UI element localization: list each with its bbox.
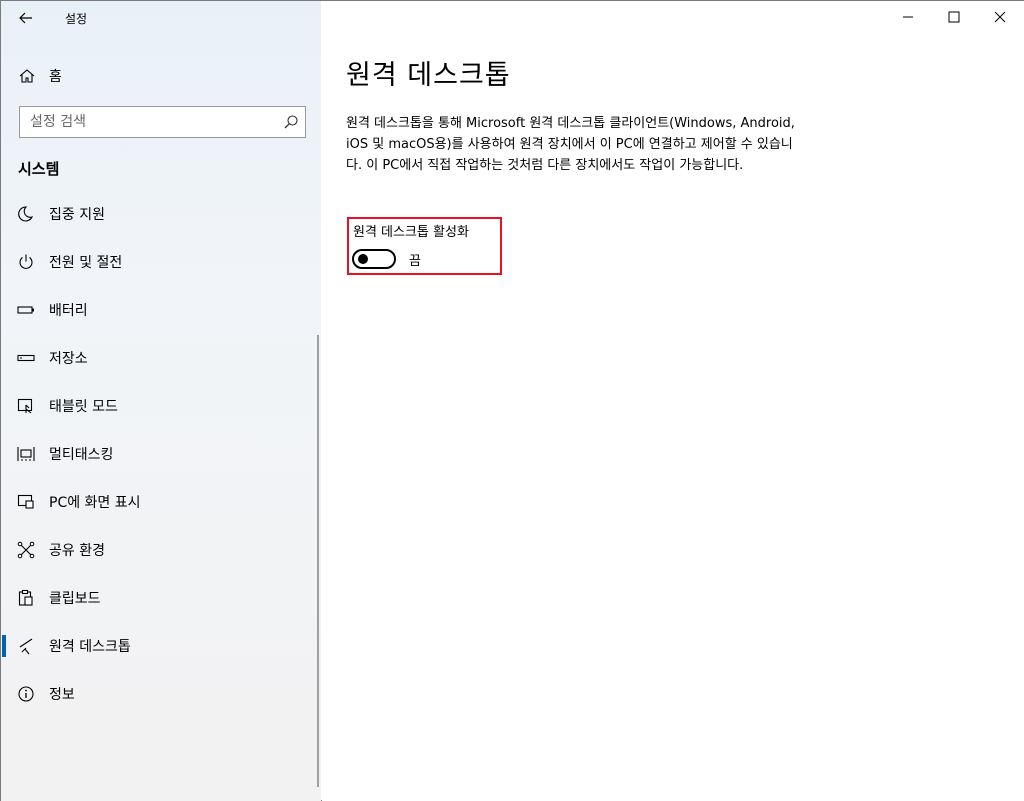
sidebar-item-focus-assist[interactable]: 집중 지원 <box>1 193 317 233</box>
section-title: 시스템 <box>18 160 60 178</box>
battery-icon <box>17 306 34 314</box>
toggle-knob <box>358 254 368 264</box>
sidebar-item-power-sleep[interactable]: 전원 및 절전 <box>1 241 317 281</box>
sidebar-item-label: 저장소 <box>49 351 88 367</box>
sidebar-item-battery[interactable]: 배터리 <box>1 289 317 329</box>
storage-icon <box>17 354 35 362</box>
sidebar-item-label: 태블릿 모드 <box>49 399 118 415</box>
sidebar-item-multitasking[interactable]: 멀티태스킹 <box>1 433 317 473</box>
sidebar-item-label: 전원 및 절전 <box>49 255 123 271</box>
sidebar-item-label: PC에 화면 표시 <box>49 495 141 511</box>
back-button[interactable] <box>9 3 43 33</box>
clipboard-icon <box>18 589 33 606</box>
sidebar-item-label: 집중 지원 <box>49 207 105 223</box>
sidebar-item-label: 배터리 <box>49 303 88 319</box>
close-icon <box>994 11 1006 23</box>
project-icon <box>17 494 34 509</box>
toggle-state-label: 끔 <box>409 254 421 269</box>
search-box[interactable] <box>19 106 306 138</box>
sidebar-item-shared-experiences[interactable]: 공유 환경 <box>1 529 317 569</box>
sidebar-item-label: 원격 데스크톱 <box>49 639 131 655</box>
sidebar-item-remote-desktop[interactable]: 원격 데스크톱 <box>1 625 317 665</box>
shared-experiences-icon <box>17 541 35 559</box>
sidebar-item-label: 정보 <box>49 687 75 703</box>
multitasking-icon <box>17 447 35 461</box>
sidebar-item-label: 클립보드 <box>49 591 101 607</box>
maximize-icon <box>948 11 960 23</box>
sidebar-item-clipboard[interactable]: 클립보드 <box>1 577 317 617</box>
app-title: 설정 <box>65 12 88 26</box>
sidebar-item-label: 공유 환경 <box>49 543 105 559</box>
titlebar: 설정 <box>1 1 321 35</box>
sidebar-scrollbar[interactable] <box>317 335 319 787</box>
home-icon <box>19 69 35 83</box>
minimize-icon <box>903 16 913 18</box>
maximize-button[interactable] <box>931 1 977 33</box>
sidebar-item-storage[interactable]: 저장소 <box>1 337 317 377</box>
sidebar-item-home[interactable]: 홈 <box>1 59 321 91</box>
search-icon[interactable] <box>283 114 299 130</box>
close-button[interactable] <box>977 1 1023 33</box>
sidebar-item-label: 멀티태스킹 <box>49 447 114 463</box>
sidebar-item-tablet-mode[interactable]: 태블릿 모드 <box>1 385 317 425</box>
toggle-label: 원격 데스크톱 활성화 <box>353 225 469 240</box>
main-content: 원격 데스크톱 원격 데스크톱을 통해 Microsoft 원격 데스크톱 클라… <box>322 1 1024 801</box>
info-icon <box>18 686 34 702</box>
page-title: 원격 데스크톱 <box>346 60 511 91</box>
tablet-mode-icon <box>17 398 33 414</box>
sidebar-item-label: 홈 <box>49 69 62 85</box>
sidebar-item-about[interactable]: 정보 <box>1 673 317 713</box>
page-description: 원격 데스크톱을 통해 Microsoft 원격 데스크톱 클라이언트(Wind… <box>346 116 795 173</box>
moon-icon <box>18 206 34 222</box>
minimize-button[interactable] <box>885 1 931 33</box>
settings-window: 설정 홈 시스템 집중 지원 전 <box>0 0 1024 801</box>
power-icon <box>19 254 33 269</box>
active-indicator <box>2 635 6 657</box>
search-input[interactable] <box>20 107 275 137</box>
back-arrow-icon <box>19 12 32 24</box>
remote-desktop-icon <box>19 638 33 655</box>
sidebar: 설정 홈 시스템 집중 지원 전 <box>1 1 321 801</box>
remote-desktop-toggle[interactable] <box>352 249 396 269</box>
sidebar-item-projecting[interactable]: PC에 화면 표시 <box>1 481 317 521</box>
